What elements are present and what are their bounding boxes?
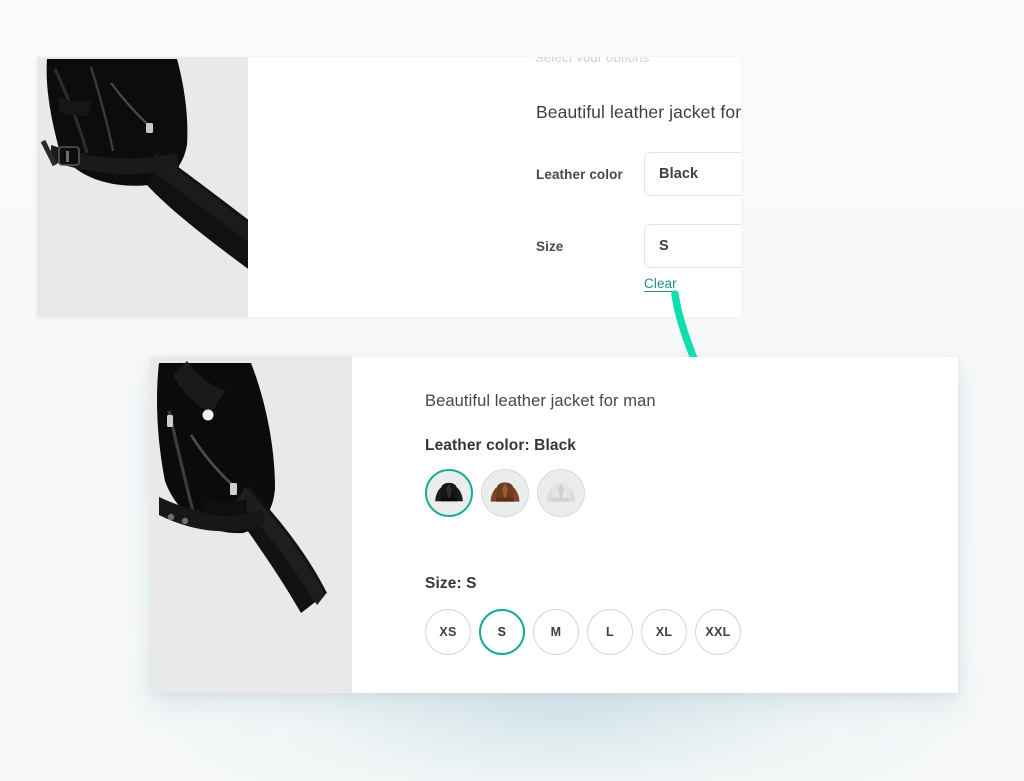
color-swatch-group: [425, 469, 585, 517]
jacket-thumb-white: [538, 470, 584, 516]
select-leather-color-value: Black: [659, 166, 699, 182]
field-row-size: Size S: [536, 224, 741, 268]
size-heading: Size: S: [425, 575, 477, 592]
clipped-header-text: Select your options: [535, 57, 741, 62]
clear-link[interactable]: Clear: [644, 276, 677, 291]
leather-color-heading: Leather color: Black: [425, 437, 577, 454]
select-size[interactable]: S: [644, 224, 741, 268]
page-background: Select your options Beautiful leather ja…: [0, 0, 1024, 781]
size-chip-group: XS S M L XL XXL: [425, 609, 741, 655]
color-swatch-brown[interactable]: [481, 469, 529, 517]
size-chip-xs[interactable]: XS: [425, 609, 471, 655]
select-leather-color[interactable]: Black: [644, 152, 741, 196]
jacket-thumb-black: [427, 471, 471, 515]
field-label-size: Size: [536, 238, 564, 254]
product-card-swatch-variant: Beautiful leather jacket for man Leather…: [151, 357, 958, 693]
select-size-value: S: [659, 238, 669, 254]
jacket-thumb-brown: [482, 470, 528, 516]
field-row-leather-color: Leather color Black: [536, 152, 741, 196]
product-card-dropdown-variant: Select your options Beautiful leather ja…: [37, 57, 741, 317]
product-options-panel-bottom: Beautiful leather jacket for man Leather…: [352, 357, 958, 693]
size-chip-m[interactable]: M: [533, 609, 579, 655]
size-chip-xl[interactable]: XL: [641, 609, 687, 655]
product-title-bottom: Beautiful leather jacket for man: [425, 392, 656, 410]
leather-jacket-illustration: [151, 357, 352, 693]
size-chip-s[interactable]: S: [479, 609, 525, 655]
product-image-top: [37, 57, 248, 317]
color-swatch-black[interactable]: [425, 469, 473, 517]
leather-jacket-illustration: [37, 57, 248, 317]
product-options-panel-top: Select your options Beautiful leather ja…: [248, 57, 741, 317]
size-chip-xxl[interactable]: XXL: [695, 609, 741, 655]
color-swatch-white[interactable]: [537, 469, 585, 517]
product-image-bottom: [151, 357, 352, 693]
product-title-top: Beautiful leather jacket for man: [536, 102, 741, 122]
size-chip-l[interactable]: L: [587, 609, 633, 655]
field-label-leather-color: Leather color: [536, 166, 623, 182]
